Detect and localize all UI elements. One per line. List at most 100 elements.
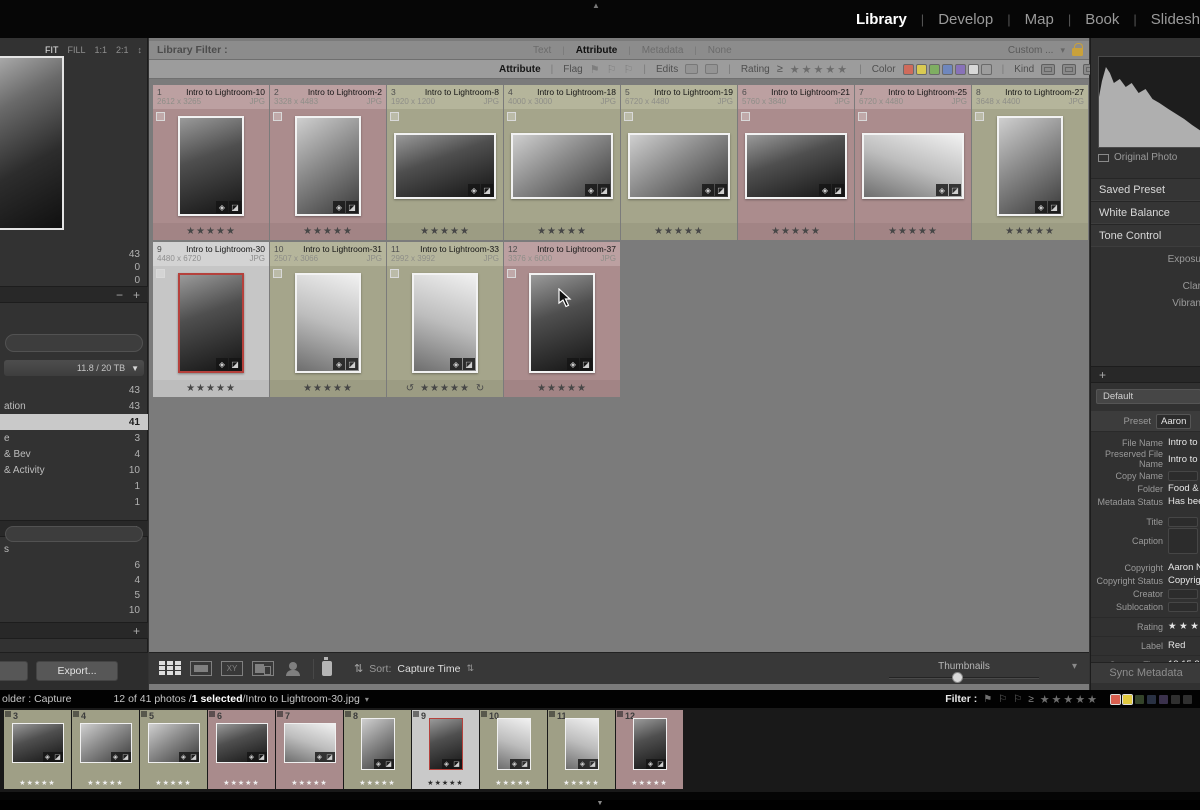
folder-item[interactable]: 43 — [0, 382, 148, 398]
collapse-bottom-panel-arrow-icon[interactable]: ▼ — [597, 800, 604, 807]
metadata-field-value[interactable]: Food & — [1168, 483, 1199, 494]
star-rating[interactable]: ★★★★★ — [303, 226, 353, 237]
volume-expand-icon[interactable]: ▼ — [131, 364, 139, 373]
folder-search-input[interactable] — [5, 334, 143, 352]
flag-checkbox[interactable] — [975, 112, 984, 121]
thumbnail-image[interactable]: ◈ ◪ — [295, 273, 361, 373]
survey-view-button[interactable] — [252, 661, 274, 676]
metadata-field-value[interactable]: Has bee — [1168, 496, 1200, 507]
navigator-zoom-2:1[interactable]: 2:1 — [116, 45, 129, 55]
thumbnail-size-slider[interactable] — [889, 677, 1039, 679]
keyword-badge-icon[interactable]: ◈ — [702, 184, 714, 196]
rating-stars-filter[interactable]: ★★★★★ — [790, 63, 849, 76]
catalog-item[interactable]: 43 — [0, 248, 148, 261]
folder-item[interactable]: & Bev4 — [0, 446, 148, 462]
remove-folder-icon[interactable]: − — [116, 289, 123, 301]
loupe-view-button[interactable] — [190, 661, 212, 676]
keyword-badge-icon[interactable]: ◈ — [216, 201, 228, 213]
navigator-preview-image[interactable] — [0, 56, 64, 230]
filmstrip-thumbnail-image[interactable]: ◈ ◪ — [497, 718, 531, 770]
flag-checkbox[interactable] — [156, 112, 165, 121]
add-keyword-icon[interactable]: + — [1099, 369, 1106, 381]
filmstrip-color-chip-4[interactable] — [1159, 695, 1168, 704]
metadata-field-value[interactable] — [1168, 602, 1198, 612]
filmstrip-thumbnail-image[interactable]: ◈ ◪ — [633, 718, 667, 770]
catalog-item[interactable]: 0 — [0, 261, 148, 274]
module-tab-map[interactable]: Map — [1011, 11, 1068, 28]
folder-item[interactable]: & Activity10 — [0, 462, 148, 478]
filmstrip-thumbnail-image[interactable]: ◈ ◪ — [429, 718, 463, 770]
star-rating[interactable]: ★★★★★ — [537, 226, 587, 237]
filmstrip-photo-cell[interactable]: 10 ◈ ◪ ★★★★★ — [480, 710, 547, 789]
grid-photo-cell[interactable]: 9 Intro to Lightroom-30 4480 x 6720 JPG … — [153, 242, 269, 397]
edit-badge-icon[interactable]: ◪ — [580, 358, 592, 370]
edited-filter-icon[interactable] — [685, 64, 698, 74]
edit-badge-icon[interactable]: ◪ — [346, 358, 358, 370]
flag-checkbox[interactable] — [858, 112, 867, 121]
module-tab-develop[interactable]: Develop — [924, 11, 1007, 28]
filmstrip-photo-cell[interactable]: 3 ◈ ◪ ★★★★★ — [4, 710, 71, 789]
filmstrip-color-chip-6[interactable] — [1183, 695, 1192, 704]
navigator-zoom-1:1[interactable]: 1:1 — [94, 45, 107, 55]
filmstrip-color-chip-5[interactable] — [1171, 695, 1180, 704]
sort-direction-icon[interactable]: ⇅ — [354, 662, 363, 675]
edit-badge-icon[interactable]: ◪ — [832, 184, 844, 196]
kind-master-photo-icon[interactable] — [1041, 64, 1055, 75]
color-swatch-5[interactable] — [968, 64, 979, 75]
filmstrip-photo-cell[interactable]: 9 ◈ ◪ ★★★★★ — [412, 710, 479, 789]
metadata-field-value[interactable]: Intro to — [1168, 454, 1198, 465]
color-swatch-0[interactable] — [903, 64, 914, 75]
filmstrip-photo-cell[interactable]: 8 ◈ ◪ ★★★★★ — [344, 710, 411, 789]
metadata-preset-dropdown[interactable]: Aaron — [1156, 414, 1191, 429]
folder-item[interactable]: e3 — [0, 430, 148, 446]
star-rating[interactable]: ★★★★★ — [186, 226, 236, 237]
keyword-badge-icon[interactable]: ◈ — [450, 358, 462, 370]
filmstrip-thumbnail-image[interactable]: ◈ ◪ — [148, 723, 200, 763]
flag-checkbox[interactable] — [390, 269, 399, 278]
module-tab-slidesh[interactable]: Slidesh — [1137, 11, 1200, 28]
people-view-button[interactable] — [283, 661, 305, 676]
grid-photo-cell[interactable]: 4 Intro to Lightroom-18 4000 x 3000 JPG … — [504, 85, 620, 240]
metadata-field-value[interactable] — [1168, 528, 1198, 554]
keywording-panel-header[interactable]: + — [1091, 366, 1200, 383]
star-rating[interactable]: ★★★★★ — [537, 383, 587, 394]
quick-develop-section-white-balance[interactable]: White Balance — [1091, 201, 1200, 224]
thumbnail-image[interactable]: ◈ ◪ — [178, 273, 244, 373]
grid-photo-cell[interactable]: 1 Intro to Lightroom-10 2612 x 3265 JPG … — [153, 85, 269, 240]
quick-develop-section-saved-preset[interactable]: Saved Preset — [1091, 178, 1200, 201]
quick-develop-section-tone-control[interactable]: Tone Control — [1091, 224, 1200, 247]
filter-tab-none[interactable]: None — [699, 45, 741, 56]
painter-tool-icon[interactable] — [322, 661, 332, 676]
grid-photo-cell[interactable]: 11 Intro to Lightroom-33 2992 x 3992 JPG… — [387, 242, 503, 397]
star-rating[interactable]: ★★★★★ — [888, 226, 938, 237]
collection-filter-input[interactable] — [5, 526, 143, 542]
module-tab-book[interactable]: Book — [1071, 11, 1133, 28]
folder-item[interactable]: 41 — [0, 414, 148, 430]
import-button[interactable] — [0, 661, 28, 681]
flag-reject-icon[interactable]: ⚐ — [623, 63, 633, 76]
filmstrip-rating-operator[interactable]: ≥ — [1028, 694, 1034, 705]
folders-panel-header[interactable]: − + — [0, 286, 148, 303]
edit-badge-icon[interactable]: ◪ — [1048, 201, 1060, 213]
flag-checkbox[interactable] — [741, 112, 750, 121]
grid-view-button[interactable] — [159, 661, 181, 676]
thumbnail-image[interactable]: ◈ ◪ — [412, 273, 478, 373]
keyword-badge-icon[interactable]: ◈ — [216, 358, 228, 370]
flag-unflag-icon[interactable]: ⚐ — [607, 63, 617, 76]
keyword-badge-icon[interactable]: ◈ — [567, 358, 579, 370]
filter-lock-icon[interactable] — [1072, 48, 1083, 56]
thumbnail-image[interactable]: ◈ ◪ — [745, 133, 847, 199]
collapse-top-panel-arrow-icon[interactable]: ▲ — [592, 1, 600, 10]
flag-checkbox[interactable] — [390, 112, 399, 121]
keyword-badge-icon[interactable]: ◈ — [936, 184, 948, 196]
edit-badge-icon[interactable]: ◪ — [481, 184, 493, 196]
filter-preset-caret-icon[interactable]: ▾ — [1060, 45, 1065, 56]
collection-item[interactable]: 6 — [0, 558, 148, 573]
flag-checkbox[interactable] — [273, 112, 282, 121]
add-publish-icon[interactable]: + — [133, 625, 140, 637]
filmstrip-thumbnail-image[interactable]: ◈ ◪ — [565, 718, 599, 770]
sort-toggle-icon[interactable]: ⇅ — [466, 663, 474, 674]
keyword-badge-icon[interactable]: ◈ — [333, 358, 345, 370]
filter-tab-metadata[interactable]: Metadata — [633, 45, 693, 56]
filmstrip-thumbnail-image[interactable]: ◈ ◪ — [284, 723, 336, 763]
